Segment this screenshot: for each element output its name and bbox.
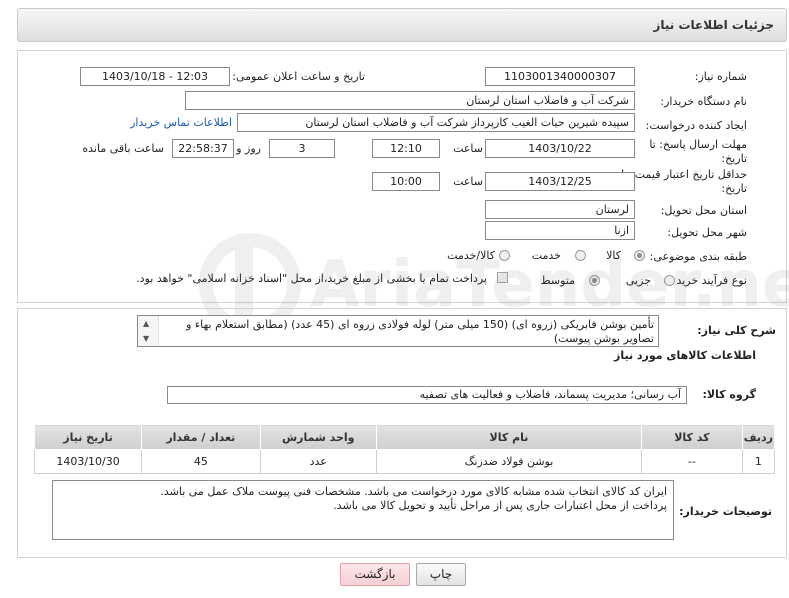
category-radio-goods-service[interactable]: [499, 250, 510, 261]
price-validity-label: حداقل تاریخ اعتبار قیمت: تا: [621, 168, 747, 181]
reply-deadline-label-2: تاریخ:: [721, 152, 747, 165]
buyer-desc-line-1: ایران کد کالای انتخاب شده مشابه کالای مو…: [160, 485, 667, 498]
col-item-code: کد کالا: [640, 424, 743, 450]
scroll-up-icon[interactable]: ▲: [143, 319, 149, 328]
col-row-number: ردیف: [741, 424, 776, 450]
scroll-down-icon[interactable]: ▼: [143, 334, 149, 343]
category-option-service: خدمت: [531, 249, 561, 262]
category-option-goods: کالا: [606, 249, 621, 262]
col-need-date: تاریخ نیاز: [33, 424, 143, 450]
days-remaining-field: 3: [269, 139, 335, 158]
buyer-desc-label: توضیحات خریدار:: [679, 505, 772, 518]
process-radio-medium[interactable]: [589, 275, 600, 286]
treasury-payment-checkbox[interactable]: [497, 272, 508, 283]
table-row: 1 -- بوشن فولاد ضدزنگ عدد 45 1403/10/30: [33, 449, 776, 474]
buyer-contact-link[interactable]: اطلاعات تماس خریدار: [130, 116, 232, 129]
days-and-label: روز و: [236, 142, 261, 155]
reply-deadline-label: مهلت ارسال پاسخ: تا: [649, 138, 747, 151]
category-radio-goods[interactable]: [634, 250, 645, 261]
province-label: استان محل تحویل:: [660, 204, 747, 217]
price-time-label: ساعت: [453, 175, 483, 188]
price-time-field: 10:00: [372, 172, 440, 191]
page-header: جزئیات اطلاعات نیاز: [17, 8, 787, 42]
page-title: جزئیات اطلاعات نیاز: [653, 18, 774, 32]
treasury-payment-note: پرداخت تمام یا بخشی از مبلغ خرید،از محل …: [136, 272, 487, 285]
process-option-medium: متوسط: [540, 274, 575, 287]
category-radio-service[interactable]: [575, 250, 586, 261]
price-validity-label-2: تاریخ:: [721, 182, 747, 195]
cell-item-name: بوشن فولاد ضدزنگ: [375, 449, 642, 474]
goods-info-title: اطلاعات کالاهای مورد نیاز: [614, 349, 756, 362]
need-number-field: 1103001340000307: [485, 67, 635, 86]
general-desc-box: ▲ ▼ تأمین بوشن فابریکی (زروه ای) (150 می…: [137, 315, 659, 347]
general-desc-label: شرح کلی نیاز:: [697, 324, 776, 337]
category-option-goods-service: کالا/خدمت: [447, 249, 495, 262]
city-field: ازنا: [485, 221, 635, 240]
announce-field: 1403/10/18 - 12:03: [80, 67, 230, 86]
buyer-org-label: نام دستگاه خریدار:: [660, 95, 747, 108]
province-field: لرستان: [485, 200, 635, 219]
cell-item-code: --: [640, 449, 743, 474]
cell-unit: عدد: [259, 449, 377, 474]
back-button[interactable]: بازگشت: [340, 563, 410, 586]
price-date-field: 1403/12/25: [485, 172, 635, 191]
creator-label: ایجاد کننده درخواست:: [645, 119, 747, 132]
goods-group-label: گروه کالا:: [702, 388, 756, 401]
time-remaining-field: 22:58:37: [172, 139, 234, 158]
time-remaining-label: ساعت باقی مانده: [82, 142, 164, 155]
process-radio-minor[interactable]: [664, 275, 675, 286]
cell-row-number: 1: [741, 449, 776, 474]
city-label: شهر محل تحویل:: [667, 226, 747, 239]
process-label: نوع فرآیند خرید :: [669, 274, 747, 287]
general-desc-text: تأمین بوشن فابریکی (زروه ای) (150 میلی م…: [186, 318, 654, 345]
col-quantity: تعداد / مقدار: [141, 424, 261, 450]
print-button[interactable]: چاپ: [416, 563, 466, 586]
col-item-name: نام کالا: [375, 424, 642, 450]
announce-label: تاریخ و ساعت اعلان عمومی:: [232, 70, 365, 83]
reply-time-field: 12:10: [372, 139, 440, 158]
reply-date-field: 1403/10/22: [485, 139, 635, 158]
need-number-label: شماره نیاز:: [694, 70, 747, 83]
general-desc-scrollbar[interactable]: ▲ ▼: [138, 316, 159, 346]
buyer-desc-box: ایران کد کالای انتخاب شده مشابه کالای مو…: [52, 480, 674, 540]
cell-quantity: 45: [141, 449, 261, 474]
creator-field: سپیده شیرین حیات الغیب کارپرداز شرکت آب …: [237, 113, 635, 132]
col-unit: واحد شمارش: [259, 424, 377, 450]
reply-time-label: ساعت: [453, 142, 483, 155]
goods-table: ردیف کد کالا نام کالا واحد شمارش تعداد /…: [33, 424, 776, 474]
buyer-desc-line-2: پرداخت از محل اعتبارات جاری پس از مراحل …: [333, 499, 667, 512]
goods-group-field: آب رسانی؛ مدیریت پسماند، فاضلاب و فعالیت…: [167, 386, 687, 404]
process-option-minor: جزیی: [625, 274, 651, 287]
cell-need-date: 1403/10/30: [33, 449, 143, 474]
buyer-org-field: شرکت آب و فاضلاب استان لرستان: [185, 91, 635, 110]
goods-table-header: ردیف کد کالا نام کالا واحد شمارش تعداد /…: [33, 424, 776, 450]
category-label: طبقه بندی موضوعی:: [649, 250, 747, 263]
